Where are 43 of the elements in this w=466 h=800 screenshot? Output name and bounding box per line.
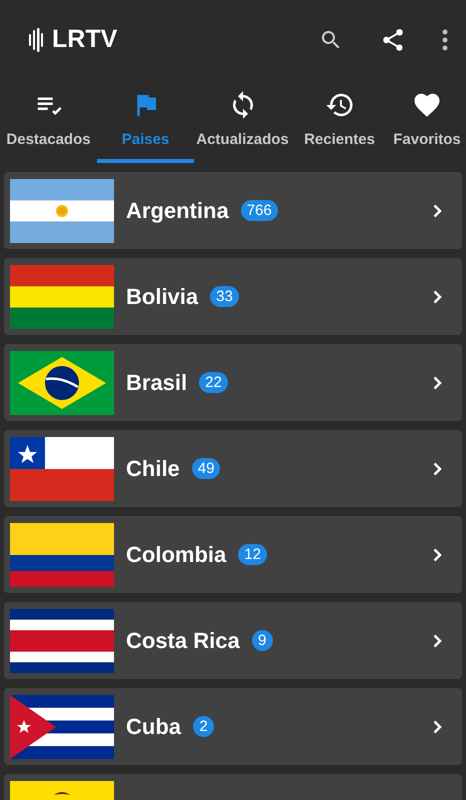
country-name: Bolivia [126, 283, 198, 311]
more-options-icon[interactable] [442, 29, 448, 51]
app-title: LRTV [52, 24, 118, 56]
country-row[interactable]: Argentina 766 [4, 172, 462, 249]
country-row[interactable]: Bolivia 33 [4, 258, 462, 335]
count-badge: 766 [240, 200, 278, 221]
chevron-icon [433, 290, 442, 304]
tab[interactable]: Actualizados [196, 129, 289, 152]
chevron-icon [433, 548, 442, 562]
country-name: Colombia [126, 541, 226, 569]
flag-icon [10, 436, 114, 500]
flag-icon [10, 694, 114, 758]
country-name: Chile [126, 455, 180, 483]
chevron-icon [433, 634, 442, 648]
tab[interactable]: Favoritos [393, 129, 461, 152]
chevron-icon [433, 720, 442, 734]
count-badge: 9 [252, 630, 273, 651]
count-badge: 49 [192, 458, 220, 479]
count-badge: 33 [210, 286, 239, 307]
flag-icon [10, 264, 114, 328]
country-row[interactable]: Brasil 22 [4, 344, 462, 421]
country-row[interactable]: Chile 49 [4, 430, 462, 507]
count-badge: 12 [238, 544, 267, 565]
country-name: Costa Rica [126, 627, 240, 655]
count-badge: 22 [199, 372, 228, 393]
flag-icon [10, 608, 114, 672]
flag-icon [10, 350, 114, 414]
country-row[interactable]: Costa Rica 9 [4, 602, 462, 679]
country-name: Cuba [126, 713, 181, 741]
country-row[interactable]: Colombia 12 [4, 516, 462, 593]
flag-icon [10, 522, 114, 586]
tab[interactable]: Paises [122, 129, 170, 152]
count-badge: 2 [193, 716, 214, 737]
tab[interactable]: Destacados [6, 129, 91, 152]
chevron-icon [433, 204, 442, 218]
chevron-icon [433, 462, 442, 476]
flag-icon [10, 178, 114, 242]
country-name: Brasil [126, 369, 188, 397]
chevron-icon [433, 376, 442, 390]
country-name: Argentina [126, 197, 229, 225]
logo-icon [29, 28, 43, 52]
tab[interactable]: Recientes [304, 129, 375, 152]
country-row[interactable]: Cuba 2 [4, 688, 462, 765]
